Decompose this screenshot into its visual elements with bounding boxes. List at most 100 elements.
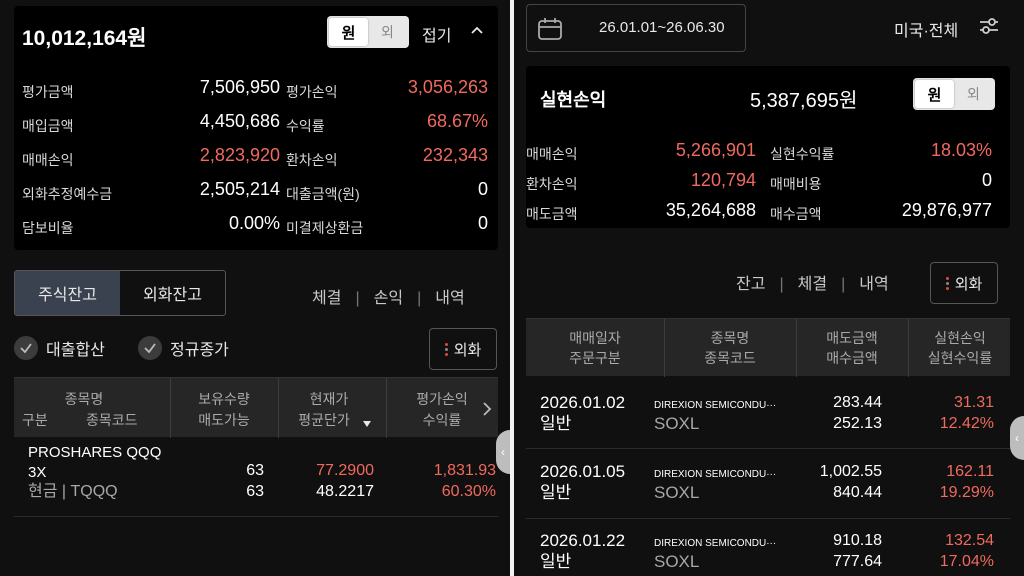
summary-value: 2,505,214 xyxy=(199,179,280,199)
side-drawer-handle[interactable]: ‹ xyxy=(496,430,510,474)
link-separator: | xyxy=(779,276,784,293)
row-return-rate: 60.30% xyxy=(441,483,496,500)
nav-links: 체결 | 손익 | 내역 xyxy=(312,284,465,308)
header-order-type: 주문구분 xyxy=(569,350,621,366)
header-realized-rate: 실현수익률 xyxy=(927,350,993,366)
summary-value: 35,264,688 xyxy=(665,200,756,220)
summary-label: 대출금액(원) xyxy=(286,186,360,202)
collapse-label: 접기 xyxy=(422,28,452,45)
link-separator: | xyxy=(841,276,846,293)
row-stock-code: SOXL xyxy=(654,414,700,433)
summary-label: 매도금액 xyxy=(526,206,578,222)
summary-value: 0 xyxy=(981,170,992,190)
currency-toggle[interactable]: 원 외 xyxy=(327,16,409,48)
row-buy-amount: 777.64 xyxy=(833,553,882,570)
header-avg-price[interactable]: 평균단가 xyxy=(282,410,366,430)
row-realized-rate: 12.42% xyxy=(939,415,994,432)
row-current-price: 77.2900 xyxy=(316,462,374,479)
check-icon xyxy=(138,336,162,360)
fx-button[interactable]: 외화 xyxy=(930,262,998,304)
link-balance[interactable]: 잔고 xyxy=(736,276,765,293)
regular-close-label: 정규종가 xyxy=(170,342,229,359)
tab-fx-balance[interactable]: 외화잔고 xyxy=(120,271,225,315)
realized-summary-card: 실현손익 5,387,695원 원 외 매매손익 5,266,901 실현수익률… xyxy=(526,66,1010,228)
header-type: 구분 xyxy=(22,412,48,428)
currency-toggle[interactable]: 원 외 xyxy=(913,78,995,110)
check-icon xyxy=(14,336,38,360)
summary-label: 매매손익 xyxy=(526,146,578,162)
collapse-button[interactable]: 접기 xyxy=(422,22,451,46)
row-date: 2026.01.22 xyxy=(540,531,626,550)
realized-table-header: 매매일자 주문구분 종목명 종목코드 매도금액 매수금액 실현손익 실현수익률 xyxy=(526,318,1010,377)
summary-label: 외화추정예수금 xyxy=(22,186,113,202)
header-current-price[interactable]: 현재가 xyxy=(284,389,374,409)
summary-label: 매매비용 xyxy=(770,176,822,192)
row-stock-code: SOXL xyxy=(654,552,700,571)
header-sell-amount: 매도금액 xyxy=(826,330,878,346)
link-executions[interactable]: 체결 xyxy=(798,276,827,293)
row-eval-pnl: 1,831.93 xyxy=(433,462,496,479)
total-balance: 10,012,164원 xyxy=(22,27,147,50)
summary-label: 매매손익 xyxy=(22,152,74,168)
table-row[interactable]: 2026.01.05 일반 DIREXION SEMICONDU··· SOXL… xyxy=(526,449,1010,517)
column-divider xyxy=(278,378,279,438)
loan-sum-checkbox[interactable]: 대출합산 xyxy=(14,336,105,360)
row-divider xyxy=(14,516,498,517)
table-row[interactable]: 2026.01.02 일반 DIREXION SEMICONDU··· SOXL… xyxy=(526,380,1010,448)
summary-label: 환차손익 xyxy=(286,152,338,168)
row-sell-amount: 910.18 xyxy=(833,532,882,549)
date-range-text: 26.01.01~26.06.30 xyxy=(599,19,725,36)
currency-foreign-option[interactable]: 외 xyxy=(368,18,407,46)
chevron-right-icon[interactable] xyxy=(482,402,492,416)
row-sell-amount: 283.44 xyxy=(833,394,882,411)
tab-stock-balance[interactable]: 주식잔고 xyxy=(15,271,120,315)
filter-sliders-icon[interactable] xyxy=(978,16,1000,36)
calendar-icon xyxy=(538,18,562,40)
realized-total: 5,387,695원 xyxy=(750,90,858,112)
table-row[interactable]: PROSHARES QQQ 3X 현금 | TQQQ 63 63 77.2900… xyxy=(14,438,498,516)
row-realized-rate: 17.04% xyxy=(939,553,994,570)
column-divider xyxy=(908,319,909,377)
column-divider xyxy=(170,378,171,438)
row-realized-pnl: 31.31 xyxy=(953,394,994,411)
menu-dots-icon xyxy=(444,342,448,356)
link-pnl[interactable]: 손익 xyxy=(374,290,403,307)
regular-close-checkbox[interactable]: 정규종가 xyxy=(138,336,229,360)
link-history[interactable]: 내역 xyxy=(435,290,464,307)
fx-button[interactable]: 외화 xyxy=(429,328,497,370)
row-order-type: 일반 xyxy=(540,552,572,571)
column-divider xyxy=(664,319,665,377)
fx-button-label: 외화 xyxy=(453,341,482,359)
summary-value: 4,450,686 xyxy=(199,111,280,131)
header-stock-code: 종목코드 xyxy=(704,350,756,366)
currency-won-option[interactable]: 원 xyxy=(915,80,954,108)
row-date: 2026.01.02 xyxy=(540,393,626,412)
summary-label: 평가금액 xyxy=(22,84,74,100)
row-quantity: 63 xyxy=(246,462,264,479)
currency-won-option[interactable]: 원 xyxy=(329,18,368,46)
sort-down-icon[interactable] xyxy=(362,420,372,428)
date-range-picker[interactable]: 26.01.01~26.06.30 xyxy=(526,4,746,52)
header-eval-pnl: 평가손익 xyxy=(416,391,468,407)
holdings-table-header: 종목명 구분 종목코드 보유수량 매도가능 현재가 평균단가 평가손익 수익률 xyxy=(14,377,498,438)
market-filter-label[interactable]: 미국·전체 xyxy=(894,17,958,41)
chevron-left-icon: ‹ xyxy=(501,445,505,459)
row-name-line1: PROSHARES QQQ xyxy=(28,444,162,461)
summary-value: 7,506,950 xyxy=(199,77,280,97)
link-executions[interactable]: 체결 xyxy=(312,290,341,307)
link-history[interactable]: 내역 xyxy=(859,276,888,293)
summary-value: 0 xyxy=(477,179,488,199)
table-row[interactable]: 2026.01.22 일반 DIREXION SEMICONDU··· SOXL… xyxy=(526,518,1010,576)
summary-label: 평가손익 xyxy=(286,84,338,100)
realized-pnl-panel: 26.01.01~26.06.30 미국·전체 실현손익 5,387,695원 … xyxy=(514,0,1024,576)
side-drawer-handle[interactable]: ‹ xyxy=(1010,416,1024,460)
row-order-type: 일반 xyxy=(540,483,572,502)
row-stock-code: SOXL xyxy=(654,483,700,502)
summary-label: 수익률 xyxy=(286,118,325,134)
header-stock-name: 종목명 xyxy=(710,330,750,346)
summary-value: 29,876,977 xyxy=(901,200,992,220)
nav-links: 잔고 | 체결 | 내역 xyxy=(736,270,889,294)
chevron-up-icon[interactable] xyxy=(470,24,484,38)
header-name: 종목명 xyxy=(64,391,104,407)
currency-foreign-option[interactable]: 외 xyxy=(954,80,993,108)
